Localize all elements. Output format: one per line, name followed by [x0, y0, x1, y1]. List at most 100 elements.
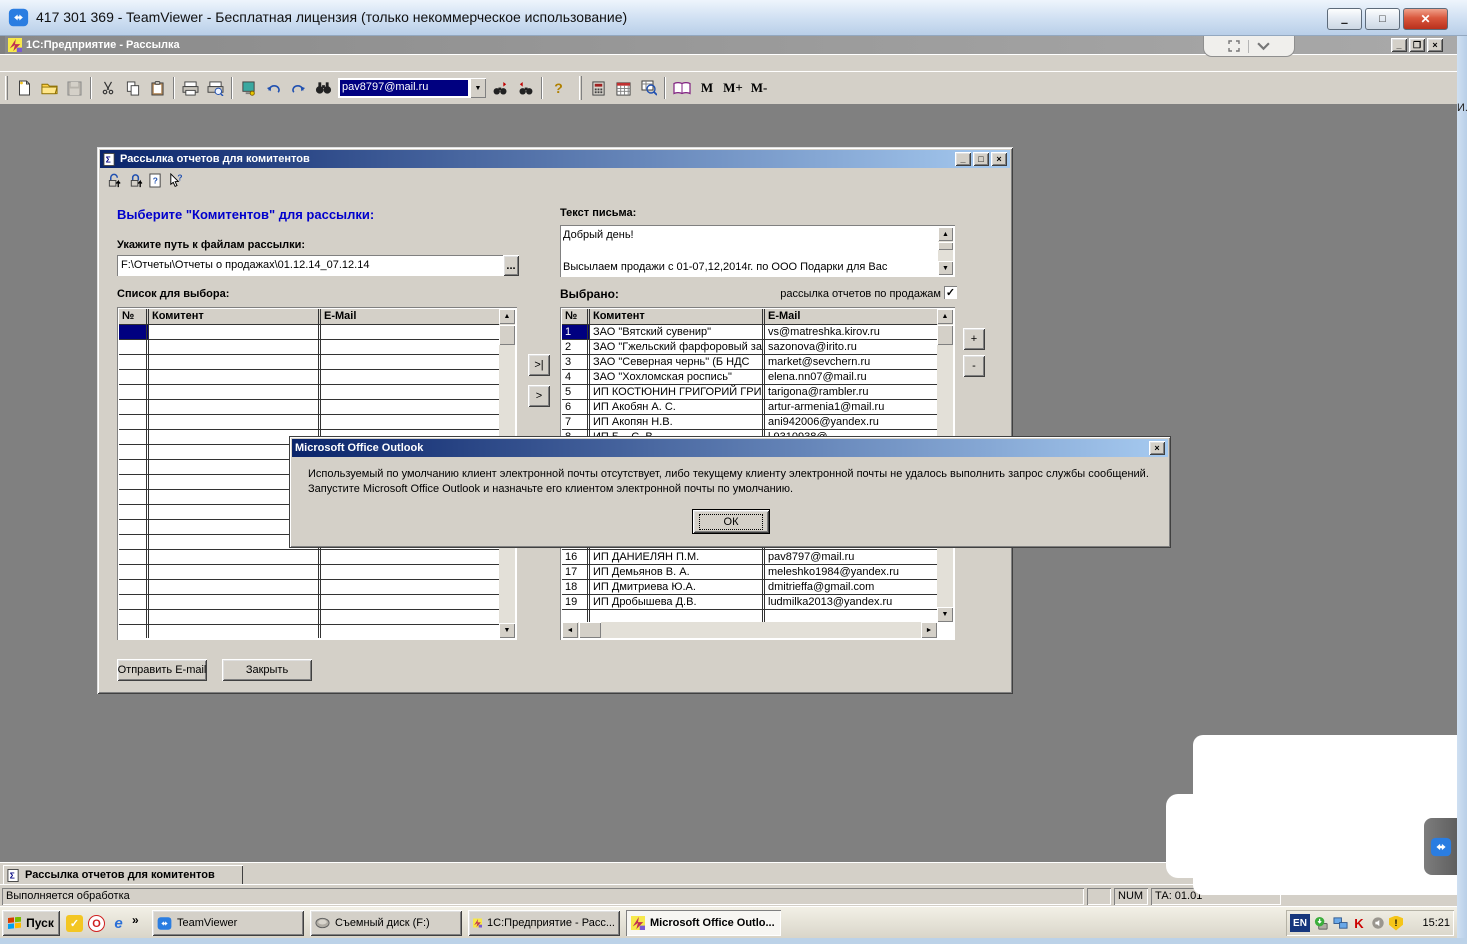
table-cell[interactable]	[119, 565, 149, 579]
table-cell[interactable]	[119, 430, 149, 444]
table-cell[interactable]	[149, 550, 321, 564]
language-indicator[interactable]: EN	[1290, 914, 1310, 932]
table-cell[interactable]: ЗАО "Хохломская роспись"	[590, 370, 765, 384]
table-cell[interactable]	[149, 400, 321, 414]
scroll-up-icon[interactable]: ▲	[937, 309, 953, 324]
table-cell[interactable]: ИП Демьянов В. А.	[590, 565, 765, 579]
table-cell[interactable]	[119, 625, 149, 638]
table-cell[interactable]	[119, 340, 149, 354]
table-cell[interactable]	[119, 355, 149, 369]
table-cell[interactable]: 4	[562, 370, 590, 384]
exit-icon[interactable]	[236, 76, 261, 100]
copy-icon[interactable]	[120, 76, 145, 100]
table-row[interactable]	[119, 595, 499, 610]
table-cell[interactable]	[321, 415, 499, 429]
table-cell[interactable]	[321, 340, 499, 354]
paste-icon[interactable]	[145, 76, 170, 100]
table-row[interactable]: 16ИП ДАНИЕЛЯН П.М.pav8797@mail.ru	[562, 550, 937, 565]
table-cell[interactable]: ИП Акопян Н.В.	[590, 415, 765, 429]
table-cell[interactable]	[765, 610, 937, 622]
taskbar-button-teamviewer[interactable]: TeamViewer	[152, 910, 304, 936]
path-input[interactable]: F:\Отчеты\Отчеты о продажах\01.12.14_07.…	[117, 255, 503, 276]
scrollbar-thumb[interactable]	[499, 325, 515, 345]
table-cell[interactable]	[321, 385, 499, 399]
table-cell[interactable]	[149, 385, 321, 399]
table-cell[interactable]	[149, 580, 321, 594]
table-cell[interactable]: 19	[562, 595, 590, 609]
table-row[interactable]	[119, 580, 499, 595]
table-cell[interactable]	[321, 325, 499, 339]
column-header[interactable]: №	[562, 309, 590, 324]
table-row[interactable]	[119, 370, 499, 385]
memory-subtract-button[interactable]: M-	[746, 77, 772, 99]
table-cell[interactable]	[119, 550, 149, 564]
open-folder-icon[interactable]	[37, 76, 62, 100]
table-cell[interactable]: 17	[562, 565, 590, 579]
column-header[interactable]: Комитент	[149, 309, 321, 324]
table-row[interactable]: 3ЗАО "Северная чернь" (Б НДСmarket@sevch…	[562, 355, 937, 370]
browse-button[interactable]: ...	[503, 255, 519, 276]
table-row[interactable]	[119, 325, 499, 340]
calendar-icon[interactable]	[611, 76, 636, 100]
table-row[interactable]	[119, 565, 499, 580]
table-cell[interactable]	[149, 595, 321, 609]
table-cell[interactable]: ИП Дробышева Д.В.	[590, 595, 765, 609]
table-cell[interactable]: artur-armenia1@mail.ru	[765, 400, 937, 414]
undo-icon[interactable]	[261, 76, 286, 100]
scroll-up-icon[interactable]: ▲	[499, 309, 515, 324]
table-row[interactable]: 6ИП Акобян А. С.artur-armenia1@mail.ru	[562, 400, 937, 415]
scroll-down-icon[interactable]: ▼	[937, 607, 953, 622]
letter-vscrollbar[interactable]: ▲ ▼	[938, 227, 953, 275]
kaspersky-icon[interactable]: K	[1351, 915, 1367, 931]
scroll-right-icon[interactable]: ►	[921, 622, 937, 638]
table-cell[interactable]: 7	[562, 415, 590, 429]
combobox-dropdown-icon[interactable]: ▼	[470, 78, 486, 98]
table-cell[interactable]	[321, 355, 499, 369]
send-email-button[interactable]: Отправить E-mail	[117, 659, 207, 681]
letter-textarea[interactable]: Добрый день! Высылаем продажи с 01-07,12…	[560, 225, 955, 277]
table-cell[interactable]	[119, 610, 149, 624]
quicklaunch-ie-icon[interactable]: e	[110, 915, 127, 932]
table-cell[interactable]	[149, 415, 321, 429]
table-cell[interactable]	[119, 520, 149, 534]
volume-icon[interactable]	[1370, 915, 1386, 931]
taskbar-button-outlook[interactable]: Microsoft Office Outlo...	[626, 910, 781, 936]
table-cell[interactable]	[149, 355, 321, 369]
clock[interactable]: 15:21	[1422, 917, 1450, 929]
scroll-left-icon[interactable]: ◄	[562, 622, 578, 638]
column-header[interactable]: Комитент	[590, 309, 765, 324]
maximize-button[interactable]	[1365, 8, 1400, 30]
table-cell[interactable]	[321, 565, 499, 579]
teamviewer-toolbar-tab[interactable]	[1203, 36, 1295, 57]
sales-report-checkbox[interactable]	[944, 286, 957, 299]
table-cell[interactable]: 3	[562, 355, 590, 369]
new-document-icon[interactable]	[12, 76, 37, 100]
taskbar-button-removable-disk[interactable]: Съемный диск (F:)	[310, 910, 462, 936]
column-header[interactable]: №	[119, 309, 149, 324]
print-icon[interactable]	[178, 76, 203, 100]
table-cell[interactable]: pav8797@mail.ru	[765, 550, 937, 564]
table-row[interactable]: 19ИП Дробышева Д.В.ludmilka2013@yandex.r…	[562, 595, 937, 610]
find-icon[interactable]	[311, 76, 336, 100]
network-icon[interactable]	[1332, 915, 1348, 931]
context-help-icon[interactable]: ?	[168, 173, 183, 188]
table-row[interactable]	[119, 385, 499, 400]
mdi-tab-mailing[interactable]: Σ Рассылка отчетов для комитентов	[3, 865, 243, 885]
table-cell[interactable]	[119, 445, 149, 459]
table-cell[interactable]: ИП Акобян А. С.	[590, 400, 765, 414]
table-cell[interactable]: ЗАО "Вятский сувенир"	[590, 325, 765, 339]
column-header[interactable]: E-Mail	[765, 309, 937, 324]
table-cell[interactable]	[590, 610, 765, 622]
table-row[interactable]: 2ЗАО "Гжельский фарфоровый заsazonova@ir…	[562, 340, 937, 355]
table-cell[interactable]	[149, 340, 321, 354]
scrollbar-thumb[interactable]	[938, 242, 953, 250]
teamviewer-panel-tab[interactable]	[1424, 818, 1457, 875]
table-row[interactable]: 17ИП Демьянов В. А.meleshko1984@yandex.r…	[562, 565, 937, 580]
quicklaunch-opera-icon[interactable]: O	[88, 915, 105, 932]
table-cell[interactable]: ИП КОСТЮНИН ГРИГОРИЙ ГРИ	[590, 385, 765, 399]
table-cell[interactable]: ani942006@yandex.ru	[765, 415, 937, 429]
table-cell[interactable]: sazonova@irito.ru	[765, 340, 937, 354]
table-cell[interactable]	[321, 595, 499, 609]
table-row[interactable]: 4ЗАО "Хохломская роспись"elena.nn07@mail…	[562, 370, 937, 385]
address-combobox[interactable]: pav8797@mail.ru ▼	[338, 78, 486, 98]
